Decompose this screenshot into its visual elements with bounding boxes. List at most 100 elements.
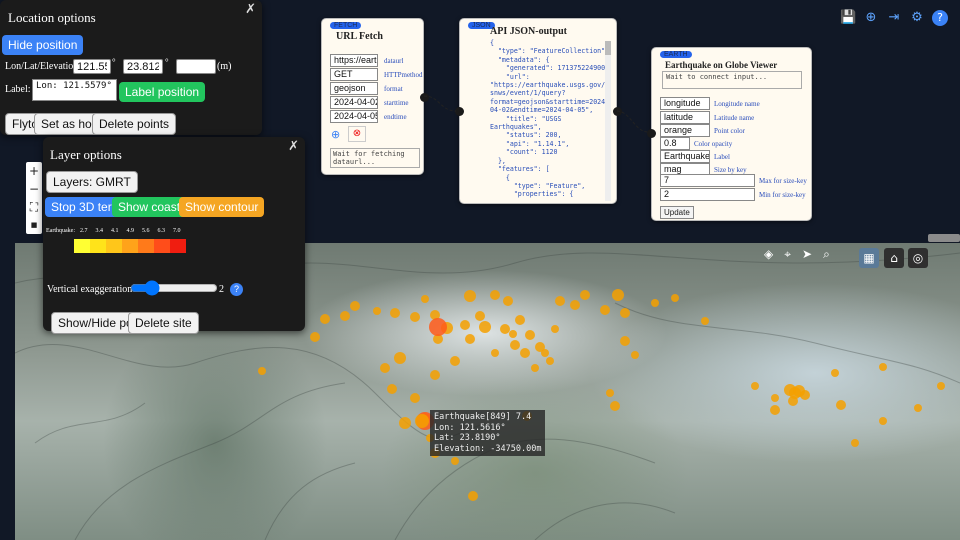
earthquake-point[interactable] [421,295,429,303]
earthquake-point[interactable] [701,317,709,325]
earthquake-point[interactable] [390,308,400,318]
label-input[interactable]: Earthquake [660,150,710,163]
elevation-input[interactable] [176,59,216,74]
dataurl-input[interactable]: https://earthqu [330,54,378,67]
earthquake-point[interactable] [570,300,580,310]
earthquake-point[interactable] [468,491,478,501]
earthquake-point[interactable] [465,334,475,344]
earthquake-point[interactable] [387,384,397,394]
earthquake-point[interactable] [879,363,887,371]
earthquake-point[interactable] [410,393,420,403]
earthquake-point[interactable] [503,296,513,306]
earthquake-point[interactable] [580,290,590,300]
layers-icon[interactable]: ◈ [764,247,773,262]
earthquake-point[interactable] [350,301,360,311]
earthquake-point[interactable] [851,439,859,447]
earthquake-point[interactable] [831,369,839,377]
earthquake-point[interactable] [475,311,485,321]
earthquake-point[interactable] [800,390,810,400]
earthquake-point[interactable] [320,314,330,324]
location-pin-icon[interactable]: ⌖ [784,247,791,262]
layers-button[interactable]: Layers: GMRT [46,171,138,193]
earthquake-point[interactable] [310,332,320,342]
settings-icon[interactable]: ⚙ [909,10,925,26]
earthquake-point[interactable] [490,290,500,300]
globe-icon[interactable]: ⊕ [863,10,879,26]
min-size-input[interactable]: 2 [660,188,755,201]
globe-icon[interactable]: ◎ [908,248,928,268]
earthquake-point[interactable] [620,336,630,346]
earthquake-point[interactable] [399,417,411,429]
earthquake-point[interactable] [450,356,460,366]
earthquake-point[interactable] [879,417,887,425]
earthquake-point[interactable] [410,312,420,322]
fullscreen-tab[interactable] [928,234,960,242]
earthquake-point[interactable] [500,324,510,334]
json-scrollbar[interactable] [605,41,611,201]
endtime-input[interactable]: 2024-04-05 [330,110,378,123]
earthquake-point[interactable] [600,305,610,315]
json-node[interactable]: JSON API JSON-output { "type": "FeatureC… [455,18,622,204]
target-icon[interactable]: ⊕ [331,128,340,141]
earthquake-point[interactable] [541,349,549,357]
lon-input[interactable] [73,59,111,74]
earthquake-point[interactable] [771,394,779,402]
point-color-input[interactable]: orange [660,124,710,137]
label-position-button[interactable]: Label position [119,82,206,102]
fullscreen-icon[interactable]: ⛶ [26,198,42,216]
help-icon[interactable]: ? [932,10,948,26]
show-contour-button[interactable]: Show contour [179,197,265,217]
earthquake-point[interactable] [546,357,554,365]
earthquake-point[interactable] [258,367,266,375]
lat-input[interactable] [123,59,163,74]
home-icon[interactable]: ⌂ [884,248,904,268]
earthquake-point[interactable] [788,396,798,406]
earthquake-point[interactable] [555,296,565,306]
earthquake-point[interactable] [515,315,525,325]
earthquake-point[interactable] [479,321,491,333]
close-icon[interactable]: ✗ [288,139,299,154]
basemap-icon[interactable]: ▦ [859,248,879,268]
earthquake-point[interactable] [836,400,846,410]
lock-icon[interactable]: ■ [26,216,42,234]
export-icon[interactable]: ⇥ [886,10,902,26]
update-button[interactable]: Update [660,206,694,219]
longitude-name-input[interactable]: longitude [660,97,710,110]
starttime-input[interactable]: 2024-04-02 [330,96,378,109]
cursor-icon[interactable]: ➤ [802,247,812,262]
earthquake-point[interactable] [610,401,620,411]
input-port[interactable] [647,129,656,138]
earthquake-point[interactable] [460,320,470,330]
zoom-search-icon[interactable]: ⌕ [823,247,830,262]
format-input[interactable]: geojson [330,82,378,95]
earthquake-point[interactable] [620,308,630,318]
earthquake-point[interactable] [914,404,922,412]
earthquake-point[interactable] [937,382,945,390]
earthquake-point[interactable] [612,289,624,301]
earthquake-points[interactable] [258,289,945,501]
earthquake-point[interactable] [380,363,390,373]
earthquake-point[interactable] [510,340,520,350]
json-output[interactable]: { "type": "FeatureCollection", "metadata… [490,39,608,201]
earthquake-point[interactable] [751,382,759,390]
globe-node[interactable]: EARTH Earthquake on Globe Viewer Wait to… [647,47,812,221]
earthquake-point[interactable] [415,414,429,428]
label-textarea[interactable]: Lon: 121.5579° [32,79,117,101]
earthquake-point[interactable] [509,330,517,338]
fetch-node[interactable]: FETCH URL Fetch https://earthqu dataurl … [321,18,429,175]
earthquake-point[interactable] [429,318,447,336]
earthquake-point[interactable] [606,389,614,397]
delete-points-button[interactable]: Delete points [92,113,177,135]
output-port[interactable] [420,93,429,102]
earthquake-point[interactable] [651,299,659,307]
hide-position-button[interactable]: Hide position [2,35,84,55]
zoom-out-button[interactable]: − [26,180,42,198]
save-icon[interactable]: 💾 [840,10,856,26]
cancel-icon[interactable]: ⊗ [348,126,366,142]
earthquake-point[interactable] [373,307,381,315]
output-port[interactable] [613,107,622,116]
input-port[interactable] [455,107,464,116]
earthquake-point[interactable] [551,325,559,333]
color-opacity-input[interactable]: 0.8 [660,137,690,150]
help-icon[interactable]: ? [230,283,243,296]
